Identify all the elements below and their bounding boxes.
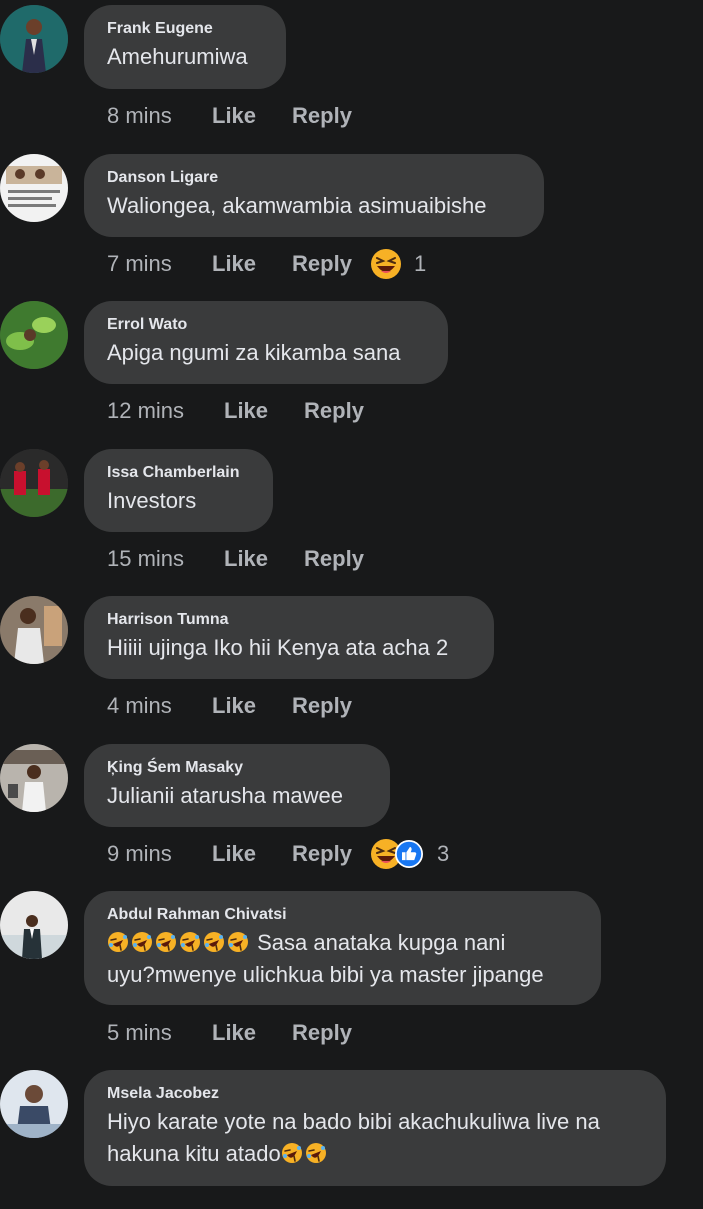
comment-text: Sasa anataka kupga nani uyu?mwenye ulich… [107, 927, 577, 991]
comment-author[interactable]: Abdul Rahman Chivatsi [107, 905, 577, 925]
avatar[interactable] [0, 449, 68, 517]
like-reaction-icon [394, 840, 423, 868]
like-button[interactable]: Like [212, 103, 256, 129]
comment-author[interactable]: Issa Chamberlain [107, 463, 249, 483]
comment-bubble: Danson Ligare Waliongea, akamwambia asim… [84, 154, 544, 237]
like-button[interactable]: Like [212, 693, 256, 719]
avatar[interactable] [0, 301, 68, 369]
haha-reaction-icon [369, 248, 402, 280]
comment-text: Apiga ngumi za kikamba sana [107, 340, 401, 365]
comment-bubble: Issa Chamberlain Investors [84, 449, 273, 532]
comment-actions: 8 mins Like Reply [107, 101, 352, 131]
reply-button[interactable]: Reply [292, 251, 352, 277]
like-button[interactable]: Like [212, 251, 256, 277]
comment-bubble: Frank Eugene Amehurumiwa [84, 5, 286, 89]
reply-button[interactable]: Reply [292, 1020, 352, 1046]
comment-text-line: hakuna kitu atado [107, 1141, 281, 1166]
reaction-summary[interactable]: 3 [369, 838, 450, 870]
comment-text-line: Sasa anataka kupga nani [257, 930, 506, 955]
rofl-emoji-icon [179, 931, 201, 953]
rofl-emoji-icon [107, 931, 129, 953]
comment-text-line: Hiyo karate yote na bado bibi akachukuli… [107, 1109, 600, 1134]
comment-time[interactable]: 8 mins [107, 103, 212, 129]
avatar[interactable] [0, 1070, 68, 1138]
rofl-emoji-icon [131, 931, 153, 953]
comment-author[interactable]: Msela Jacobez [107, 1084, 642, 1104]
comment-author[interactable]: Ķing Śem Masaky [107, 758, 366, 778]
reaction-count: 3 [436, 841, 450, 866]
reply-button[interactable]: Reply [292, 841, 352, 867]
comment-text: Hiiii ujinga Iko hii Kenya ata acha 2 [107, 635, 449, 660]
rofl-emoji-icon [155, 931, 177, 953]
comment-bubble: Ķing Śem Masaky Julianii atarusha mawee [84, 744, 390, 827]
comment-time[interactable]: 4 mins [107, 693, 212, 719]
comment-author[interactable]: Frank Eugene [107, 19, 262, 39]
like-button[interactable]: Like [212, 1020, 256, 1046]
like-button[interactable]: Like [212, 841, 256, 867]
comment-bubble: Msela Jacobez Hiyo karate yote na bado b… [84, 1070, 666, 1186]
comment-text: Investors [107, 488, 197, 513]
rofl-emoji-icon [280, 1142, 303, 1164]
comment-time[interactable]: 12 mins [107, 398, 224, 424]
rofl-emoji-icon [203, 931, 225, 953]
comment-time[interactable]: 5 mins [107, 1020, 212, 1046]
comment-actions: 4 mins Like Reply [107, 691, 352, 721]
comment-text-line: uyu?mwenye ulichkua bibi ya master jipan… [107, 962, 544, 987]
comment-text: Amehurumiwa [107, 44, 248, 69]
comment-author[interactable]: Harrison Tumna [107, 610, 470, 630]
comment-actions: 9 mins Like Reply 3 [107, 838, 450, 870]
reaction-summary[interactable]: 1 [369, 248, 427, 280]
comment-actions: 7 mins Like Reply 1 [107, 248, 427, 280]
reply-button[interactable]: Reply [304, 546, 364, 572]
avatar[interactable] [0, 5, 68, 73]
like-button[interactable]: Like [224, 546, 268, 572]
like-button[interactable]: Like [224, 398, 268, 424]
reply-button[interactable]: Reply [292, 693, 352, 719]
reply-button[interactable]: Reply [292, 103, 352, 129]
avatar[interactable] [0, 744, 68, 812]
reply-button[interactable]: Reply [304, 398, 364, 424]
comment-time[interactable]: 7 mins [107, 251, 212, 277]
comment-bubble: Errol Wato Apiga ngumi za kikamba sana [84, 301, 448, 384]
comment-bubble: Harrison Tumna Hiiii ujinga Iko hii Keny… [84, 596, 494, 679]
reaction-count: 1 [413, 251, 427, 276]
avatar[interactable] [0, 891, 68, 959]
comment-bubble: Abdul Rahman Chivatsi Sasa anataka kupga… [84, 891, 601, 1005]
avatar[interactable] [0, 154, 68, 222]
comment-text: Julianii atarusha mawee [107, 783, 344, 808]
comment-actions: 12 mins Like Reply [107, 396, 364, 426]
comment-actions: 5 mins Like Reply [107, 1018, 352, 1048]
avatar[interactable] [0, 596, 68, 664]
comment-text: Hiyo karate yote na bado bibi akachukuli… [107, 1106, 642, 1170]
comment-time[interactable]: 15 mins [107, 546, 224, 572]
comment-text: Waliongea, akamwambia asimuaibishe [107, 193, 487, 218]
rofl-emoji-icon [227, 931, 249, 953]
comment-author[interactable]: Danson Ligare [107, 168, 520, 188]
comment-author[interactable]: Errol Wato [107, 315, 424, 335]
comment-time[interactable]: 9 mins [107, 841, 212, 867]
comment-actions: 15 mins Like Reply [107, 544, 364, 574]
rofl-emoji-icon [304, 1142, 327, 1164]
